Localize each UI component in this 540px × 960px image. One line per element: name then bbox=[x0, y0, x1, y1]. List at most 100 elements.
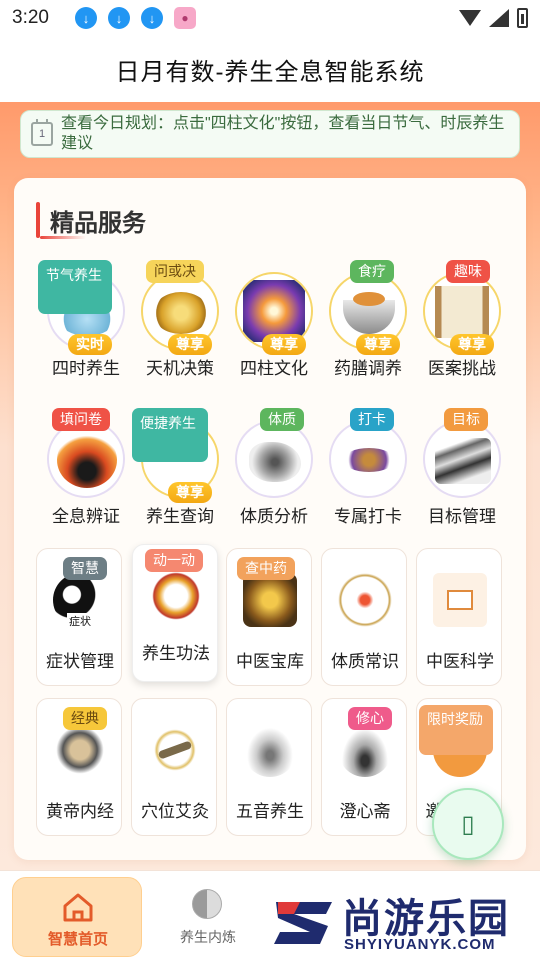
tile-label: 黄帝内经 bbox=[46, 802, 114, 821]
nav-tab-inner-training[interactable]: 养生内炼 bbox=[160, 885, 256, 955]
moxa-stick-icon bbox=[157, 740, 193, 760]
badge-premium: 尊享 bbox=[262, 334, 306, 355]
service-label: 药膳调养 bbox=[334, 359, 402, 378]
notice-text: 查看今日规划：点击"四柱文化"按钮，查看当日节气、时辰养生建议 bbox=[61, 115, 505, 152]
tile-label: 养生功法 bbox=[142, 644, 210, 663]
symptom-art-label: 症状 bbox=[67, 613, 93, 629]
floating-action-button[interactable]: ▯ bbox=[432, 788, 504, 860]
status-time: 3:20 bbox=[12, 7, 49, 28]
page-title: 日月有数-养生全息智能系统 bbox=[115, 58, 425, 86]
service-label: 医案挑战 bbox=[428, 359, 496, 378]
service-label: 体质分析 bbox=[240, 507, 308, 526]
tag-check-in: 打卡 bbox=[350, 408, 394, 431]
symptom-yinyang-icon: 症状 bbox=[53, 573, 107, 629]
home-icon bbox=[63, 893, 93, 922]
tcm-treasury-icon bbox=[243, 573, 297, 627]
download-icon: ↓ bbox=[75, 7, 97, 29]
constitution-analysis-image bbox=[235, 420, 313, 498]
tile-symptom-management[interactable]: 症状 智慧 症状管理 bbox=[36, 548, 122, 686]
tile-label: 穴位艾灸 bbox=[141, 802, 209, 821]
tag-classic: 经典 bbox=[63, 707, 107, 730]
title-underline bbox=[40, 236, 86, 239]
tag-questionnaire: 填问卷 bbox=[52, 408, 110, 431]
tag-herb-lookup: 查中药 bbox=[237, 557, 295, 580]
title-accent-bar bbox=[36, 202, 40, 238]
moxibustion-icon bbox=[148, 723, 202, 777]
service-decision[interactable]: 问或决 尊享 天机决策 bbox=[132, 258, 228, 388]
fab-icon: ▯ bbox=[461, 810, 475, 838]
status-bar: 3:20 ↓ ↓ ↓ ● bbox=[0, 0, 540, 36]
badge-premium: 尊享 bbox=[356, 334, 400, 355]
tag-limited-reward: 限时奖励 bbox=[419, 705, 493, 755]
badge-premium: 尊享 bbox=[168, 482, 212, 503]
tile-tcm-treasury[interactable]: 查中药 中医宝库 bbox=[226, 548, 312, 686]
service-goal-management[interactable]: 目标 目标管理 bbox=[414, 406, 510, 536]
app-header: 日月有数-养生全息智能系统 bbox=[0, 36, 540, 102]
exercise-icon bbox=[149, 569, 203, 623]
chengxin-icon bbox=[338, 723, 392, 777]
badge-premium: 尊享 bbox=[450, 334, 494, 355]
pig-app-icon: ● bbox=[174, 7, 196, 29]
chart-board-icon bbox=[447, 590, 473, 610]
wifi-icon bbox=[459, 10, 481, 26]
tag-fun: 趣味 bbox=[446, 260, 490, 283]
service-label: 四时养生 bbox=[52, 359, 120, 378]
service-holistic-diagnosis[interactable]: 填问卷 全息辨证 bbox=[38, 406, 134, 536]
badge-premium: 尊享 bbox=[168, 334, 212, 355]
service-four-pillars[interactable]: 尊享 四柱文化 bbox=[226, 258, 322, 388]
nav-tab-home[interactable]: 智慧首页 bbox=[12, 877, 142, 957]
tile-huangdi-neijing[interactable]: 经典 黄帝内经 bbox=[36, 698, 122, 836]
battery-icon bbox=[517, 8, 528, 28]
check-in-image bbox=[329, 420, 407, 498]
tile-five-tones[interactable]: 五音养生 bbox=[226, 698, 312, 836]
section-title: 精品服务 bbox=[50, 209, 146, 237]
tag-goal: 目标 bbox=[444, 408, 488, 431]
tile-constitution-knowledge[interactable]: 体质常识 bbox=[321, 548, 407, 686]
download-icon: ↓ bbox=[108, 7, 130, 29]
tile-health-exercise[interactable]: 动一动 养生功法 bbox=[132, 544, 218, 682]
tile-label: 中医科学 bbox=[426, 652, 494, 671]
tile-acupoint-moxibustion[interactable]: 穴位艾灸 bbox=[131, 698, 217, 836]
watermark-logo-icon bbox=[274, 902, 332, 944]
section-header: 精品服务 bbox=[36, 200, 146, 240]
service-label: 四柱文化 bbox=[240, 359, 308, 378]
goal-management-image bbox=[423, 420, 501, 498]
service-label: 天机决策 bbox=[146, 359, 214, 378]
services-card: 精品服务 节气养生 实时 四时养生 问或决 尊享 天机决策 尊享 四柱文化 食疗… bbox=[14, 178, 526, 860]
watermark-overlay: 尚游乐园 SHYIYUANYK.COM bbox=[258, 886, 540, 960]
yinyang-icon bbox=[192, 889, 222, 919]
service-health-lookup[interactable]: 便捷养生 尊享 养生查询 bbox=[132, 406, 228, 536]
download-icon: ↓ bbox=[141, 7, 163, 29]
tag-ask: 问或决 bbox=[146, 260, 204, 283]
status-indicators bbox=[459, 8, 528, 28]
tag-smart: 智慧 bbox=[63, 557, 107, 580]
calendar-icon: 1 bbox=[31, 119, 53, 146]
tag-diet-therapy: 食疗 bbox=[350, 260, 394, 283]
tile-label: 体质常识 bbox=[331, 652, 399, 671]
signal-icon bbox=[489, 9, 509, 27]
nav-inner-label: 养生内炼 bbox=[180, 929, 236, 945]
tag-cultivate: 修心 bbox=[348, 707, 392, 730]
five-tones-icon bbox=[243, 723, 297, 777]
tile-label: 中医宝库 bbox=[236, 652, 304, 671]
service-constitution-analysis[interactable]: 体质 体质分析 bbox=[226, 406, 322, 536]
constitution-knowledge-icon bbox=[338, 573, 392, 627]
holistic-diagnosis-image bbox=[47, 420, 125, 498]
neijing-icon bbox=[53, 723, 107, 777]
tile-label: 症状管理 bbox=[46, 652, 114, 671]
badge-realtime: 实时 bbox=[68, 334, 112, 355]
service-seasonal-health[interactable]: 节气养生 实时 四时养生 bbox=[38, 258, 134, 388]
service-medicinal-diet[interactable]: 食疗 尊享 药膳调养 bbox=[320, 258, 416, 388]
nav-home-label: 智慧首页 bbox=[47, 931, 108, 948]
tag-move: 动一动 bbox=[145, 549, 203, 572]
service-label: 目标管理 bbox=[428, 507, 496, 526]
tag-convenient: 便捷养生 bbox=[132, 408, 208, 462]
tile-tcm-science[interactable]: 中医科学 bbox=[416, 548, 502, 686]
service-label: 全息辨证 bbox=[52, 507, 120, 526]
tag-constitution: 体质 bbox=[260, 408, 304, 431]
service-check-in[interactable]: 打卡 专属打卡 bbox=[320, 406, 416, 536]
service-label: 专属打卡 bbox=[334, 507, 402, 526]
service-label: 养生查询 bbox=[146, 507, 214, 526]
daily-plan-notice[interactable]: 1 查看今日规划：点击"四柱文化"按钮，查看当日节气、时辰养生建议 bbox=[20, 110, 520, 158]
service-case-challenge[interactable]: 趣味 尊享 医案挑战 bbox=[414, 258, 510, 388]
